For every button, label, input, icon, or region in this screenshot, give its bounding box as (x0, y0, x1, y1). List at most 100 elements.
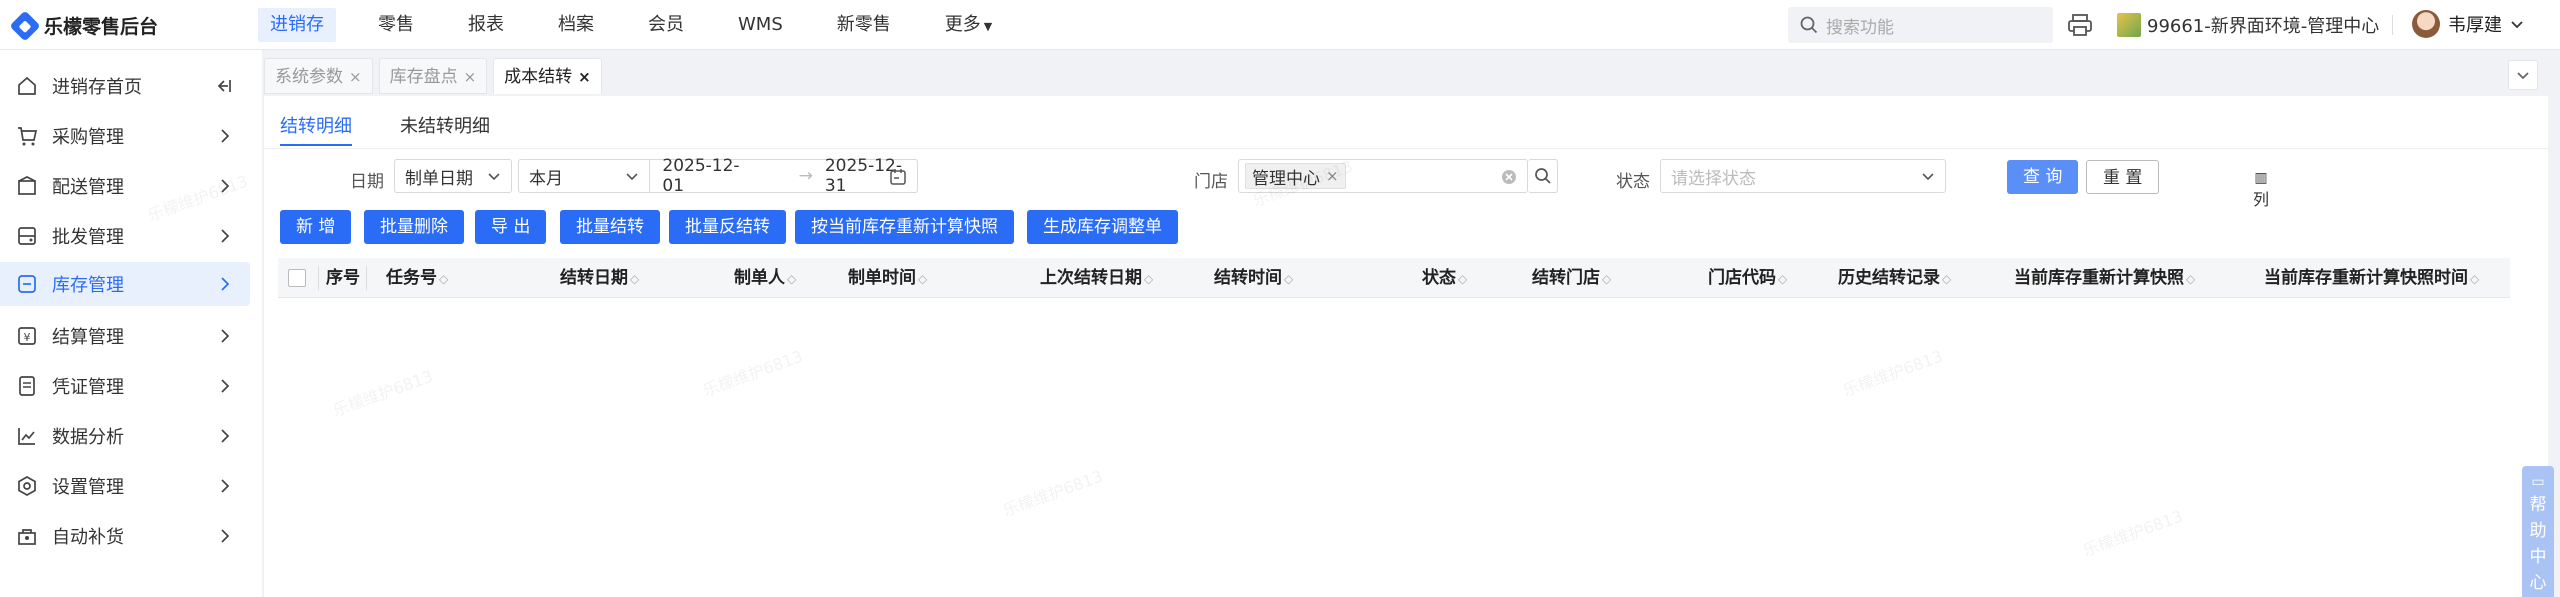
sidebar-item-replenish[interactable]: 自动补货 (0, 514, 250, 558)
topnav-item-inventory[interactable]: 进销存 (258, 8, 336, 42)
date-type-value: 制单日期 (405, 168, 473, 189)
topnav-item-archive[interactable]: 档案 (546, 8, 606, 42)
subtab-not-carryover-detail[interactable]: 未结转明细 (400, 112, 490, 138)
column-header-sortable[interactable]: 制单人 ◇ (734, 258, 796, 298)
status-select[interactable]: 请选择状态 (1660, 159, 1946, 193)
export-button[interactable]: 导 出 (475, 210, 547, 244)
sidebar-item-label: 进销存首页 (52, 77, 142, 98)
sidebar-item-settings[interactable]: 设置管理 (0, 464, 250, 508)
sort-icon[interactable]: ◇ (630, 272, 639, 286)
sort-icon[interactable]: ◇ (2186, 272, 2195, 286)
topnav-item-member[interactable]: 会员 (636, 8, 696, 42)
query-button[interactable]: 查 询 (2007, 160, 2079, 194)
sidebar-item-label: 设置管理 (52, 477, 124, 498)
column-header: 序号 (326, 258, 360, 298)
sidebar-item-settlement[interactable]: ¥ 结算管理 (0, 314, 250, 358)
column-settings-button[interactable]: ▥ 列 (2246, 162, 2276, 222)
calendar-icon[interactable] (889, 168, 907, 186)
divider (318, 266, 319, 290)
topnav-item-more[interactable]: 更多 ▼ (933, 8, 1004, 42)
add-button[interactable]: 新 增 (280, 210, 352, 244)
column-label: 当前库存重新计算快照时间 (2264, 268, 2468, 288)
tab-label: 系统参数 (275, 67, 343, 87)
sidebar-item-analytics[interactable]: 数据分析 (0, 414, 250, 458)
sort-icon[interactable]: ◇ (1284, 272, 1293, 286)
store-search-button[interactable] (1528, 159, 1558, 193)
generate-adjustment-button[interactable]: 生成库存调整单 (1027, 210, 1178, 244)
sidebar-item-purchase[interactable]: 采购管理 (0, 114, 250, 158)
clear-icon[interactable] (1501, 169, 1517, 185)
reset-button[interactable]: 重 置 (2086, 160, 2160, 194)
close-icon[interactable]: × (349, 68, 362, 86)
column-header-sortable[interactable]: 当前库存重新计算快照时间 ◇ (2264, 258, 2479, 298)
subtab-carryover-detail[interactable]: 结转明细 (280, 112, 352, 146)
column-header-sortable[interactable]: 结转时间 ◇ (1214, 258, 1293, 298)
close-icon[interactable]: × (578, 68, 591, 86)
start-date-input[interactable]: 2025-12-01 (662, 156, 754, 196)
printer-icon[interactable] (2067, 13, 2093, 37)
sidebar-item-label: 结算管理 (52, 327, 124, 348)
column-header-sortable[interactable]: 历史结转记录 ◇ (1838, 258, 1951, 298)
help-center-label: 帮助中心 (2529, 495, 2547, 593)
column-header-sortable[interactable]: 制单时间 ◇ (848, 258, 927, 298)
tab-stocktake[interactable]: 库存盘点 × (378, 58, 488, 94)
main-panel: 结转明细 未结转明细 日期 制单日期 本月 2025-12-01 → 2025-… (264, 96, 2548, 597)
topnav-item-new-retail[interactable]: 新零售 (825, 8, 903, 42)
column-header-sortable[interactable]: 任务号 ◇ (386, 258, 448, 298)
column-header-sortable[interactable]: 上次结转日期 ◇ (1040, 258, 1153, 298)
table-header: 序号 任务号 ◇ 结转日期 ◇ 制单人 ◇ 制单时间 ◇ 上次结转日期 ◇ 结转时间 ◇ 状… (278, 258, 2510, 298)
batch-carryover-button[interactable]: 批量结转 (560, 210, 660, 244)
date-range-picker[interactable]: 本月 2025-12-01 → 2025-12-31 (518, 156, 918, 196)
store-label: 99661-新界面环境-管理中心 (2147, 16, 2380, 37)
cart-icon (16, 125, 38, 147)
topnav-item-retail[interactable]: 零售 (366, 8, 426, 42)
sort-icon[interactable]: ◇ (1458, 272, 1467, 286)
sort-icon[interactable]: ◇ (439, 272, 448, 286)
tab-cost-carryover[interactable]: 成本结转 × (493, 58, 602, 94)
sidebar-item-voucher[interactable]: 凭证管理 (0, 364, 250, 408)
store-icon (2117, 13, 2141, 37)
sidebar-item-home[interactable]: 进销存首页 (0, 64, 250, 108)
tab-system-params[interactable]: 系统参数 × (264, 58, 373, 94)
replenish-icon (16, 525, 38, 547)
sort-icon[interactable]: ◇ (2470, 272, 2479, 286)
sort-icon[interactable]: ◇ (918, 272, 927, 286)
sort-icon[interactable]: ◇ (1778, 272, 1787, 286)
topnav-item-reports[interactable]: 报表 (456, 8, 516, 42)
sort-icon[interactable]: ◇ (1602, 272, 1611, 286)
chevron-right-icon (221, 329, 230, 343)
column-header-sortable[interactable]: 结转日期 ◇ (560, 258, 639, 298)
app-logo[interactable]: 乐檬零售后台 (9, 9, 158, 42)
tabs-dropdown[interactable] (2508, 60, 2538, 90)
top-bar: 乐檬零售后台 进销存 零售 报表 档案 会员 WMS 新零售 更多 ▼ 搜索功能 … (0, 0, 2560, 50)
batch-reverse-carryover-button[interactable]: 批量反结转 (669, 210, 786, 244)
sidebar-item-label: 批发管理 (52, 227, 124, 248)
topnav-item-wms[interactable]: WMS (726, 8, 795, 42)
collapse-sidebar-icon[interactable] (216, 77, 234, 95)
sidebar-item-wholesale[interactable]: 批发管理 (0, 214, 250, 258)
column-header-sortable[interactable]: 状态 ◇ (1422, 258, 1467, 298)
chevron-down-icon (488, 173, 500, 181)
chevron-down-icon (2517, 72, 2529, 80)
chevron-right-icon (221, 479, 230, 493)
period-select[interactable]: 本月 (519, 160, 651, 192)
column-header-sortable[interactable]: 结转门店 ◇ (1532, 258, 1611, 298)
store-selector[interactable]: 99661-新界面环境-管理中心 (2117, 12, 2379, 38)
select-all-checkbox[interactable] (288, 269, 306, 287)
chevron-right-icon (221, 229, 230, 243)
sort-icon[interactable]: ◇ (1144, 272, 1153, 286)
sort-icon[interactable]: ◇ (787, 272, 796, 286)
user-menu[interactable]: 韦厚建 (2412, 10, 2524, 38)
column-label: 门店代码 (1708, 268, 1776, 288)
search-input[interactable]: 搜索功能 (1788, 7, 2053, 43)
column-header-sortable[interactable]: 门店代码 ◇ (1708, 258, 1787, 298)
batch-delete-button[interactable]: 批量删除 (364, 210, 464, 244)
column-header-sortable[interactable]: 当前库存重新计算快照 ◇ (2014, 258, 2195, 298)
sort-icon[interactable]: ◇ (1942, 272, 1951, 286)
help-center-button[interactable]: ▭ 帮助中心 (2522, 466, 2554, 597)
date-type-select[interactable]: 制单日期 (394, 159, 512, 193)
close-icon[interactable]: × (464, 68, 477, 86)
chevron-right-icon (221, 129, 230, 143)
sidebar-item-inventory[interactable]: 库存管理 (0, 262, 250, 306)
recalculate-snapshot-button[interactable]: 按当前库存重新计算快照 (795, 210, 1014, 244)
